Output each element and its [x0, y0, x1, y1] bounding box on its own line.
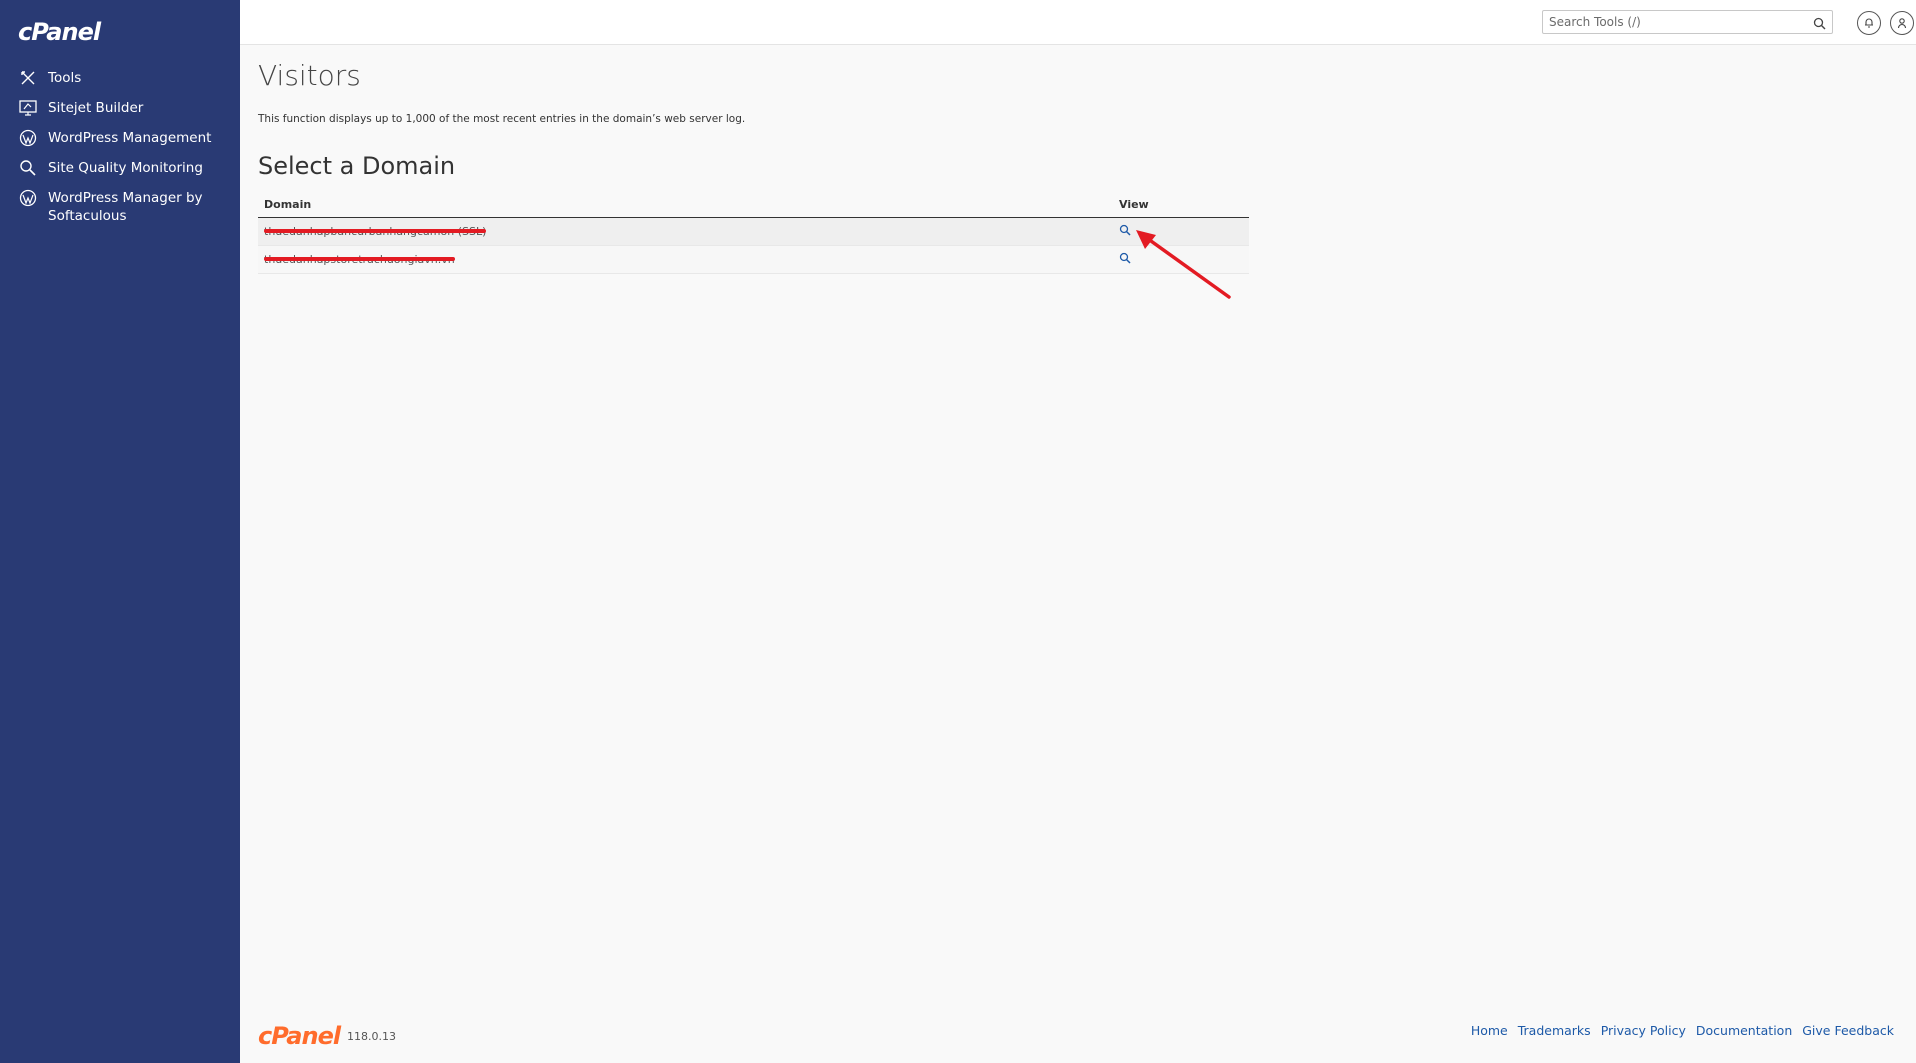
search-icon[interactable] [1813, 15, 1826, 34]
footer-link-documentation[interactable]: Documentation [1696, 1023, 1792, 1038]
wordpress-icon [18, 188, 38, 208]
page-title: Visitors [258, 59, 361, 92]
top-bar [240, 0, 1916, 45]
sidebar-item-tools[interactable]: Tools [0, 66, 240, 96]
table-row: thuedanhapstoretrachuongiavn.vn [258, 245, 1249, 274]
column-header-domain[interactable]: Domain [258, 193, 1113, 218]
domain-cell: thuedanhapbancurbanhangcamon (SSL) [258, 217, 1113, 246]
sidebar-item-sitejet[interactable]: Sitejet Builder [0, 96, 240, 126]
bell-icon [1863, 17, 1875, 29]
tools-icon [18, 68, 38, 88]
annotation-arrow-icon [1136, 230, 1231, 299]
sitejet-icon [18, 98, 38, 118]
domain-name: thuedanhapbancurbanhangcamon (SSL) [264, 224, 487, 238]
magnifier-icon [18, 158, 38, 178]
sidebar-nav: Tools Sitejet Builder WordPress Manageme… [0, 66, 240, 230]
sidebar-item-wordpress-management[interactable]: WordPress Management [0, 126, 240, 156]
user-menu-button[interactable] [1890, 11, 1914, 35]
sidebar: cPanel Tools Sitejet Builder WordPress M… [0, 0, 240, 1063]
sidebar-item-wordpress-manager-softaculous[interactable]: WordPress Manager by Softaculous [0, 186, 240, 230]
cpanel-logo[interactable]: cPanel [18, 18, 101, 46]
search-input[interactable] [1543, 11, 1803, 33]
section-title: Select a Domain [258, 152, 456, 180]
version-number: 118.0.13 [347, 1030, 396, 1043]
sidebar-item-label: Sitejet Builder [48, 100, 144, 116]
user-icon [1896, 17, 1908, 29]
footer-link-give-feedback[interactable]: Give Feedback [1802, 1023, 1894, 1038]
domain-table: Domain View thuedanhapbancurbanhangcamon… [258, 193, 1249, 274]
sidebar-item-label: Tools [48, 70, 82, 86]
footer-link-trademarks[interactable]: Trademarks [1518, 1023, 1591, 1038]
footer-link-home[interactable]: Home [1471, 1023, 1508, 1038]
sidebar-item-label: Site Quality Monitoring [48, 160, 203, 176]
footer-cpanel-logo[interactable]: cPanel [258, 1022, 341, 1050]
table-header-row: Domain View [258, 193, 1249, 218]
notifications-button[interactable] [1857, 11, 1881, 35]
wordpress-icon [18, 128, 38, 148]
sidebar-item-label: WordPress Management [48, 130, 212, 146]
domain-name: thuedanhapstoretrachuongiavn.vn [264, 252, 455, 266]
footer-link-privacy-policy[interactable]: Privacy Policy [1601, 1023, 1686, 1038]
table-row: thuedanhapbancurbanhangcamon (SSL) [258, 217, 1249, 246]
search-box [1542, 10, 1833, 34]
domain-cell: thuedanhapstoretrachuongiavn.vn [258, 245, 1113, 274]
footer-links: Home Trademarks Privacy Policy Documenta… [1471, 1023, 1894, 1038]
sidebar-item-label: WordPress Manager by Softaculous [48, 190, 203, 224]
sidebar-item-site-quality-monitoring[interactable]: Site Quality Monitoring [0, 156, 240, 186]
page-description: This function displays up to 1,000 of th… [258, 113, 746, 125]
column-header-view: View [1113, 193, 1249, 218]
